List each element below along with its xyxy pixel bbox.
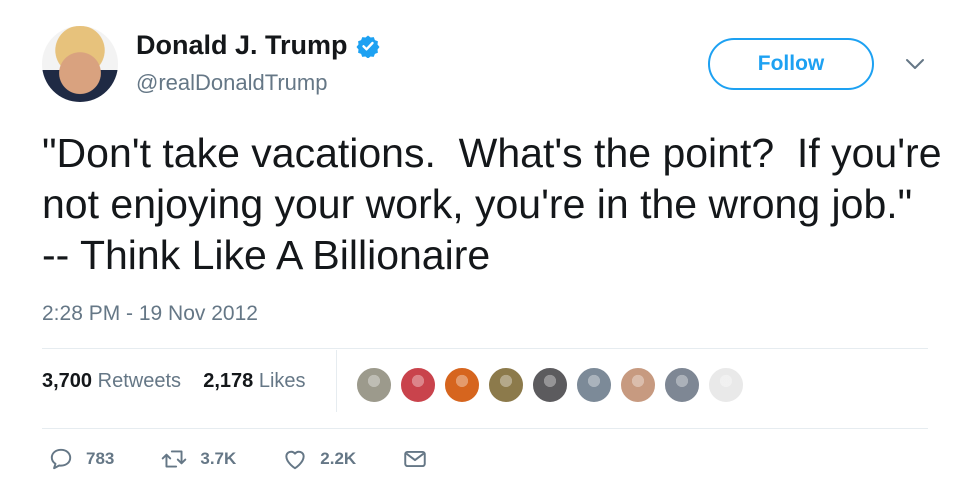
tweet-stats: 3,700 Retweets 2,178 Likes [42, 370, 306, 393]
author-name[interactable]: Donald J. Trump [136, 30, 380, 61]
divider-top [42, 348, 928, 349]
retweet-count: 3.7K [200, 449, 237, 468]
retweet-icon [160, 446, 188, 472]
direct-message-action[interactable] [402, 446, 428, 472]
liker-avatar[interactable] [399, 366, 437, 404]
follow-button[interactable]: Follow [708, 38, 874, 90]
reply-icon [48, 446, 74, 472]
liker-avatar[interactable] [575, 366, 613, 404]
reply-count: 783 [86, 449, 115, 468]
retweet-action[interactable]: 3.7K [160, 446, 236, 472]
retweets-count: 3,700 [42, 370, 93, 392]
tweet-timestamp[interactable]: 2:28 PM - 19 Nov 2012 [42, 302, 258, 326]
retweets-stat[interactable]: 3,700 Retweets [42, 370, 187, 392]
liker-avatar[interactable] [531, 366, 569, 404]
like-action[interactable]: 2.2K [282, 446, 356, 472]
author-avatar[interactable] [42, 26, 118, 102]
liker-avatar[interactable] [443, 366, 481, 404]
divider-bottom [42, 428, 928, 429]
liker-avatar[interactable] [619, 366, 657, 404]
liker-avatar[interactable] [487, 366, 525, 404]
reply-action[interactable]: 783 [48, 446, 114, 472]
likes-label: Likes [258, 370, 306, 392]
likes-stat[interactable]: 2,178 Likes [203, 370, 305, 392]
like-count: 2.2K [320, 449, 357, 468]
likes-count: 2,178 [203, 370, 254, 392]
stats-divider [336, 350, 337, 412]
tweet-actions: 783 3.7K 2.2K [48, 446, 474, 472]
liker-avatars [355, 366, 745, 404]
tweet-text: "Don't take vacations. What's the point?… [42, 130, 953, 278]
verified-badge-icon [356, 34, 380, 58]
author-handle[interactable]: @realDonaldTrump [136, 70, 327, 96]
retweets-label: Retweets [97, 370, 181, 392]
heart-icon [282, 446, 308, 472]
author-name-text[interactable]: Donald J. Trump [136, 30, 348, 61]
liker-avatar[interactable] [707, 366, 745, 404]
chevron-down-icon[interactable] [904, 56, 926, 72]
envelope-icon [402, 446, 428, 472]
liker-avatar[interactable] [663, 366, 701, 404]
liker-avatar[interactable] [355, 366, 393, 404]
